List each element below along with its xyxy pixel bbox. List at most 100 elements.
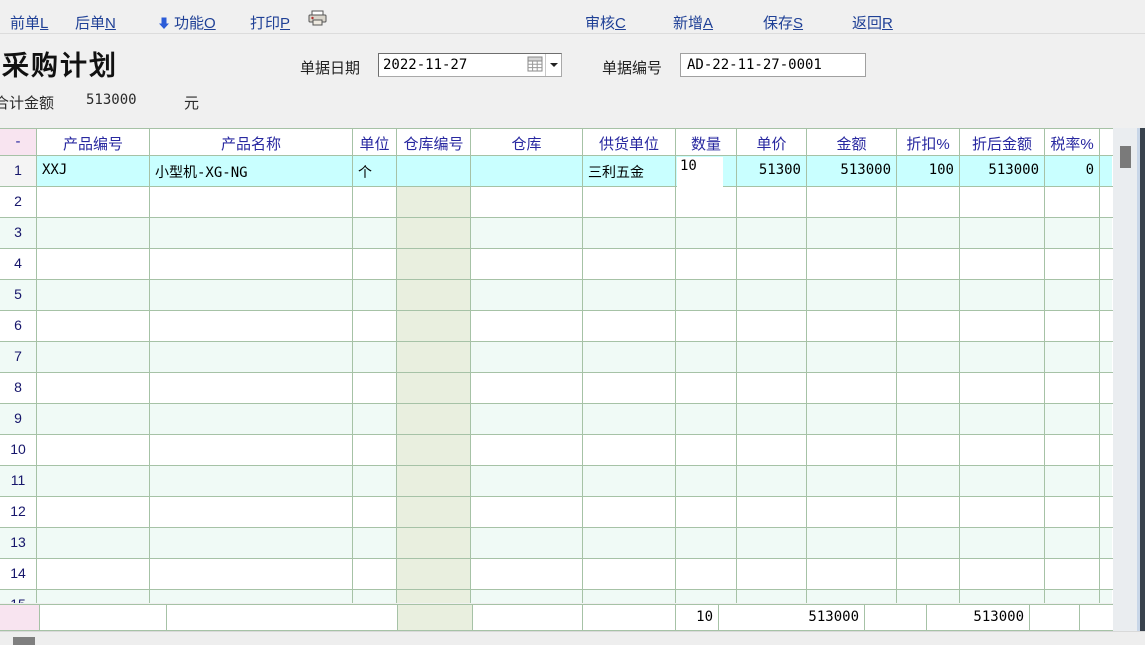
supplier-cell[interactable] [583, 280, 676, 310]
stub-cell[interactable] [1100, 497, 1112, 527]
discounted-amount-cell[interactable] [960, 187, 1045, 217]
stub-cell[interactable] [1100, 342, 1112, 372]
discounted-amount-cell[interactable] [960, 218, 1045, 248]
discount-cell[interactable] [897, 311, 960, 341]
col-header-unit[interactable]: 单位 [353, 129, 397, 155]
unit-cell[interactable] [353, 559, 397, 589]
table-row[interactable]: 1XXJ小型机-XG-NG个三利五金513005130001005130000 [0, 156, 1113, 187]
row-number[interactable]: 15 [0, 590, 37, 603]
stub-cell[interactable] [1100, 590, 1112, 603]
row-number[interactable]: 10 [0, 435, 37, 465]
product-name-cell[interactable] [150, 342, 353, 372]
tax-rate-cell[interactable]: 0 [1045, 156, 1100, 186]
prev-doc-button[interactable]: 前单L [10, 12, 48, 33]
tax-rate-cell[interactable] [1045, 497, 1100, 527]
save-button[interactable]: 保存S [763, 12, 803, 33]
col-header-unit-price[interactable]: 单价 [737, 129, 807, 155]
stub-cell[interactable] [1100, 311, 1112, 341]
quantity-cell[interactable] [676, 311, 737, 341]
supplier-cell[interactable]: 三利五金 [583, 156, 676, 186]
amount-cell[interactable] [807, 373, 897, 403]
supplier-cell[interactable] [583, 404, 676, 434]
product-name-cell[interactable] [150, 280, 353, 310]
discount-cell[interactable] [897, 249, 960, 279]
discounted-amount-cell[interactable] [960, 342, 1045, 372]
quantity-cell[interactable] [676, 218, 737, 248]
product-code-cell[interactable] [37, 218, 150, 248]
product-code-cell[interactable] [37, 404, 150, 434]
unit-cell[interactable] [353, 466, 397, 496]
unit-cell[interactable] [353, 187, 397, 217]
horizontal-scrollbar-thumb[interactable] [13, 637, 35, 645]
unit-cell[interactable] [353, 590, 397, 603]
discount-cell[interactable] [897, 280, 960, 310]
vertical-scrollbar-thumb[interactable] [1120, 146, 1131, 168]
amount-cell[interactable] [807, 342, 897, 372]
warehouse-code-cell[interactable] [397, 466, 471, 496]
product-code-cell[interactable] [37, 311, 150, 341]
product-code-cell[interactable] [37, 342, 150, 372]
unit-cell[interactable] [353, 311, 397, 341]
supplier-cell[interactable] [583, 466, 676, 496]
row-number[interactable]: 11 [0, 466, 37, 496]
amount-cell[interactable] [807, 528, 897, 558]
discounted-amount-cell[interactable] [960, 311, 1045, 341]
stub-cell[interactable] [1100, 404, 1112, 434]
discount-cell[interactable] [897, 528, 960, 558]
product-code-cell[interactable] [37, 466, 150, 496]
table-row[interactable]: 2 [0, 187, 1113, 218]
tax-rate-cell[interactable] [1045, 373, 1100, 403]
quantity-cell[interactable] [676, 404, 737, 434]
warehouse-code-cell[interactable] [397, 528, 471, 558]
product-name-cell[interactable] [150, 466, 353, 496]
col-header-supplier[interactable]: 供货单位 [583, 129, 676, 155]
quantity-cell[interactable] [676, 435, 737, 465]
amount-cell[interactable] [807, 590, 897, 603]
functions-button[interactable]: 功能O [158, 12, 216, 34]
col-header-amount[interactable]: 金额 [807, 129, 897, 155]
col-header-discount[interactable]: 折扣% [897, 129, 960, 155]
row-number[interactable]: 1 [0, 156, 37, 186]
warehouse-code-cell[interactable] [397, 497, 471, 527]
stub-header[interactable] [1100, 129, 1112, 155]
tax-rate-cell[interactable] [1045, 528, 1100, 558]
discount-cell[interactable] [897, 218, 960, 248]
audit-button[interactable]: 审核C [585, 12, 626, 33]
unit-cell[interactable] [353, 280, 397, 310]
row-number[interactable]: 4 [0, 249, 37, 279]
unit-price-cell[interactable] [737, 559, 807, 589]
product-name-cell[interactable] [150, 404, 353, 434]
unit-cell[interactable] [353, 404, 397, 434]
product-name-cell[interactable] [150, 311, 353, 341]
warehouse-code-cell[interactable] [397, 590, 471, 603]
tax-rate-cell[interactable] [1045, 435, 1100, 465]
print-button[interactable]: 打印P [250, 12, 290, 33]
discount-cell[interactable] [897, 590, 960, 603]
warehouse-code-cell[interactable] [397, 280, 471, 310]
warehouse-cell[interactable] [471, 528, 583, 558]
product-code-cell[interactable] [37, 528, 150, 558]
product-code-cell[interactable] [37, 497, 150, 527]
unit-cell[interactable] [353, 342, 397, 372]
return-button[interactable]: 返回R [852, 12, 893, 33]
tax-rate-cell[interactable] [1045, 311, 1100, 341]
discount-cell[interactable] [897, 404, 960, 434]
warehouse-cell[interactable] [471, 559, 583, 589]
unit-price-cell[interactable] [737, 497, 807, 527]
unit-price-cell[interactable] [737, 404, 807, 434]
quantity-cell[interactable] [676, 187, 737, 217]
quantity-cell[interactable] [676, 466, 737, 496]
warehouse-cell[interactable] [471, 280, 583, 310]
warehouse-cell[interactable] [471, 373, 583, 403]
amount-cell[interactable] [807, 466, 897, 496]
quantity-cell[interactable] [676, 497, 737, 527]
col-header-warehouse-code[interactable]: 仓库编号 [397, 129, 471, 155]
warehouse-code-cell[interactable] [397, 187, 471, 217]
tax-rate-cell[interactable] [1045, 590, 1100, 603]
quantity-cell[interactable] [676, 249, 737, 279]
printer-icon[interactable] [308, 10, 327, 31]
amount-cell[interactable] [807, 280, 897, 310]
product-name-cell[interactable]: 小型机-XG-NG [150, 156, 353, 186]
unit-price-cell[interactable] [737, 466, 807, 496]
amount-cell[interactable] [807, 404, 897, 434]
